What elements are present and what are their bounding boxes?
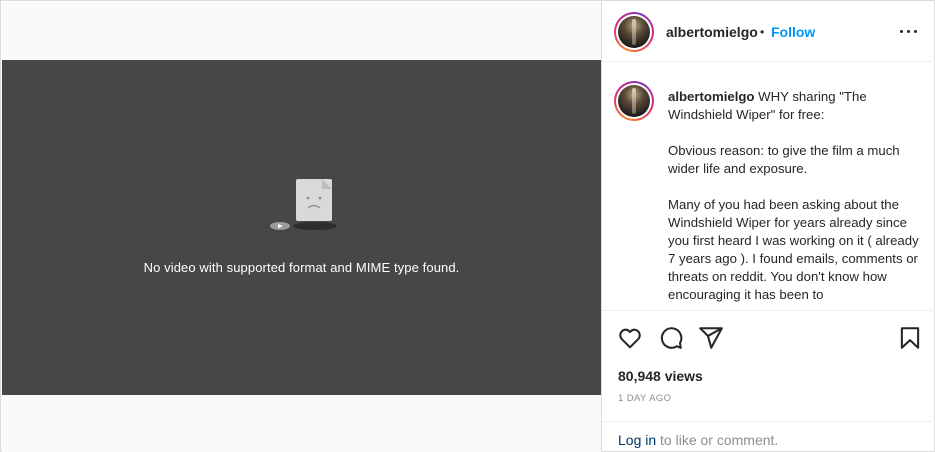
video-player[interactable]: No video with supported format and MIME …	[2, 60, 601, 395]
post-timestamp[interactable]: 1 DAY AGO	[618, 393, 671, 404]
avatar-image	[618, 85, 650, 117]
comment-icon[interactable]	[658, 325, 684, 351]
bookmark-icon[interactable]	[897, 325, 923, 351]
caption-paragraph: albertomielgo WHY sharing "The Windshiel…	[668, 88, 926, 124]
avatar-image	[618, 16, 650, 48]
post-header: albertomielgo • Follow	[602, 1, 935, 62]
login-link[interactable]: Log in	[618, 432, 656, 448]
caption-paragraph: Obvious reason: to give the film a much …	[668, 143, 900, 176]
header-username[interactable]: albertomielgo	[666, 24, 758, 40]
more-options-icon[interactable]	[899, 21, 919, 41]
action-bar	[602, 321, 935, 355]
avatar[interactable]	[614, 12, 654, 52]
post-dialog: No video with supported format and MIME …	[0, 0, 935, 452]
caption-area[interactable]: albertomielgo WHY sharing "The Windshiel…	[602, 63, 935, 311]
caption-username[interactable]: albertomielgo	[668, 89, 754, 104]
login-prompt: Log in to like or comment.	[602, 421, 935, 452]
caption-paragraph: Many of you had been asking about the Wi…	[668, 197, 919, 302]
share-icon[interactable]	[698, 325, 724, 351]
view-count[interactable]: 80,948 views	[618, 368, 703, 384]
login-prompt-text: Log in to like or comment.	[618, 432, 778, 448]
broken-video-icon	[270, 179, 337, 230]
post-side-panel: albertomielgo • Follow albertomielgo WHY…	[601, 1, 935, 452]
media-panel: No video with supported format and MIME …	[2, 2, 601, 452]
video-error-message: No video with supported format and MIME …	[143, 260, 460, 275]
follow-button[interactable]: Follow	[771, 24, 815, 40]
caption-avatar[interactable]	[614, 81, 654, 121]
header-separator: •	[760, 25, 765, 39]
heart-icon[interactable]	[617, 325, 643, 351]
login-suffix: to like or comment.	[656, 432, 779, 448]
caption-text: albertomielgo WHY sharing "The Windshiel…	[668, 88, 926, 310]
